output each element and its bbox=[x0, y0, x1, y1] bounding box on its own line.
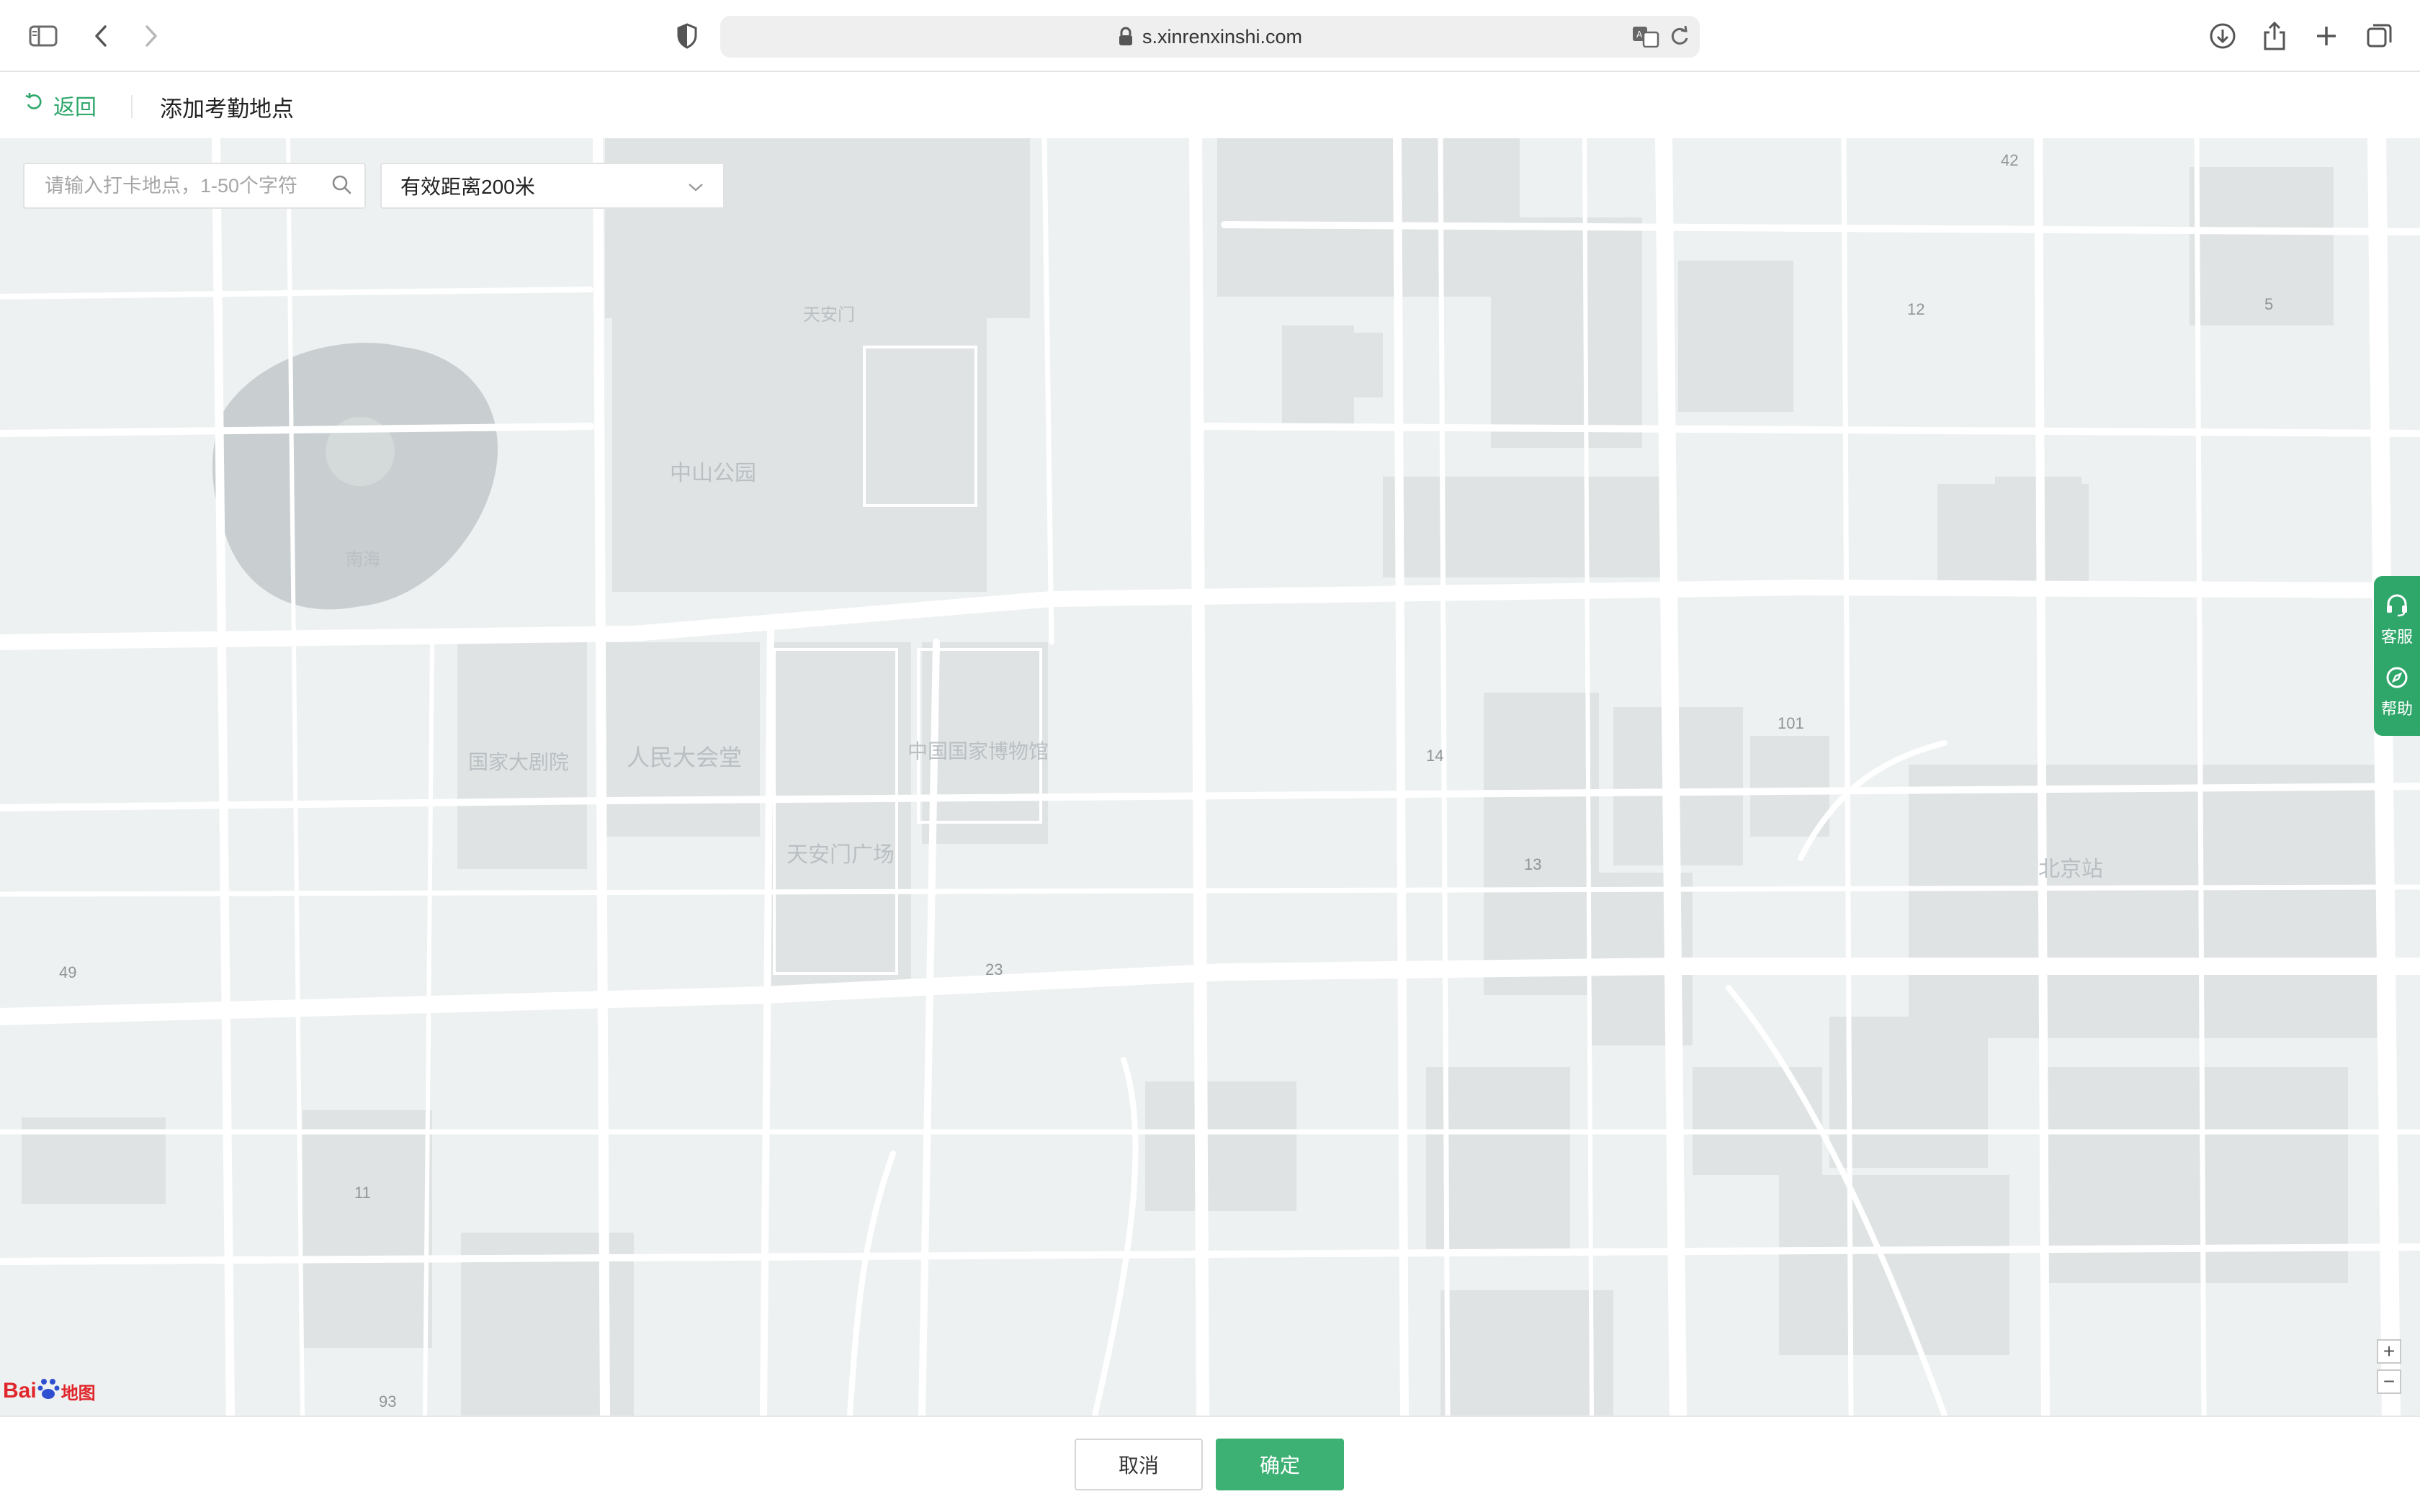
action-footer: 取消 确定 bbox=[0, 1416, 2420, 1512]
help-label: 帮助 bbox=[2380, 700, 2413, 718]
headset-icon bbox=[2385, 593, 2409, 621]
map-label: 42 bbox=[2001, 151, 2019, 169]
map-label: 93 bbox=[379, 1392, 397, 1410]
side-tools-panel: 客服 帮助 bbox=[2374, 576, 2420, 736]
baidu-map-logo: Bai 地图 bbox=[3, 1375, 96, 1407]
page-title: 添加考勤地点 bbox=[160, 96, 294, 122]
sidebar-icon[interactable] bbox=[26, 19, 60, 53]
customer-service-button[interactable]: 客服 bbox=[2381, 593, 2413, 647]
range-select-value: 有效距离200米 bbox=[400, 176, 535, 198]
download-icon[interactable] bbox=[2205, 19, 2240, 53]
compass-icon bbox=[2385, 666, 2408, 693]
tab-overview-icon[interactable] bbox=[2362, 19, 2397, 53]
zoom-out-button[interactable]: − bbox=[2377, 1369, 2401, 1394]
map-base-layer bbox=[0, 138, 2420, 1416]
help-button[interactable]: 帮助 bbox=[2381, 666, 2413, 719]
location-search-input[interactable] bbox=[45, 174, 331, 197]
undo-arrow-icon bbox=[24, 93, 43, 117]
map-label: 5 bbox=[2264, 295, 2274, 313]
map-label: 12 bbox=[1907, 300, 1925, 318]
map-label: 天安门广场 bbox=[786, 843, 895, 867]
map-label: 北京站 bbox=[2038, 858, 2103, 881]
map-canvas[interactable]: 南海 中山公园 国家大剧院 人民大会堂 天安门广场 中国国家博物馆 天安门 北京… bbox=[0, 138, 2420, 1416]
cancel-button[interactable]: 取消 bbox=[1075, 1439, 1203, 1490]
chevron-down-icon bbox=[687, 174, 704, 197]
map-label: 23 bbox=[985, 960, 1003, 978]
url-text: s.xinrenxinshi.com bbox=[1142, 25, 1303, 48]
reload-icon[interactable] bbox=[1670, 25, 1690, 51]
back-button[interactable]: 返回 bbox=[24, 89, 97, 121]
lock-icon bbox=[1118, 27, 1134, 47]
browser-toolbar: s.xinrenxinshi.com A bbox=[0, 0, 2420, 72]
map-label: 14 bbox=[1426, 747, 1444, 765]
forward-arrow-icon[interactable] bbox=[134, 19, 169, 53]
search-icon[interactable] bbox=[331, 174, 351, 198]
paw-icon bbox=[37, 1376, 61, 1406]
customer-service-label: 客服 bbox=[2380, 628, 2413, 646]
header-divider bbox=[131, 95, 133, 118]
app-header: 返回 添加考勤地点 bbox=[0, 72, 2420, 138]
new-tab-icon[interactable] bbox=[2309, 19, 2344, 53]
map-label: 国家大剧院 bbox=[468, 751, 570, 773]
map-label: 天安门 bbox=[803, 305, 855, 325]
address-bar[interactable]: s.xinrenxinshi.com A bbox=[720, 16, 1700, 58]
back-arrow-icon[interactable] bbox=[84, 19, 118, 53]
privacy-shield-icon[interactable] bbox=[670, 19, 704, 53]
map-label: 11 bbox=[354, 1184, 371, 1202]
map-label: 南海 bbox=[346, 550, 380, 570]
map-label: 人民大会堂 bbox=[627, 744, 743, 770]
map-label: 13 bbox=[1524, 855, 1542, 873]
baidu-logo-text: Bai bbox=[3, 1379, 37, 1403]
back-label: 返回 bbox=[53, 96, 97, 120]
map-label: 中国国家博物馆 bbox=[908, 740, 1049, 762]
map-label: 49 bbox=[59, 963, 77, 981]
map-label: 101 bbox=[1778, 714, 1804, 732]
map-label: 中山公园 bbox=[670, 462, 756, 485]
effective-range-select[interactable]: 有效距离200米 bbox=[380, 163, 725, 209]
translate-icon[interactable]: A bbox=[1632, 26, 1659, 51]
zoom-in-button[interactable]: + bbox=[2377, 1339, 2401, 1364]
zoom-controls: + − bbox=[2377, 1339, 2401, 1394]
baidu-logo-suffix: 地图 bbox=[60, 1383, 96, 1403]
location-search-box bbox=[23, 163, 366, 209]
svg-text:A: A bbox=[1636, 30, 1643, 40]
confirm-button[interactable]: 确定 bbox=[1216, 1439, 1344, 1490]
share-icon[interactable] bbox=[2257, 19, 2292, 53]
